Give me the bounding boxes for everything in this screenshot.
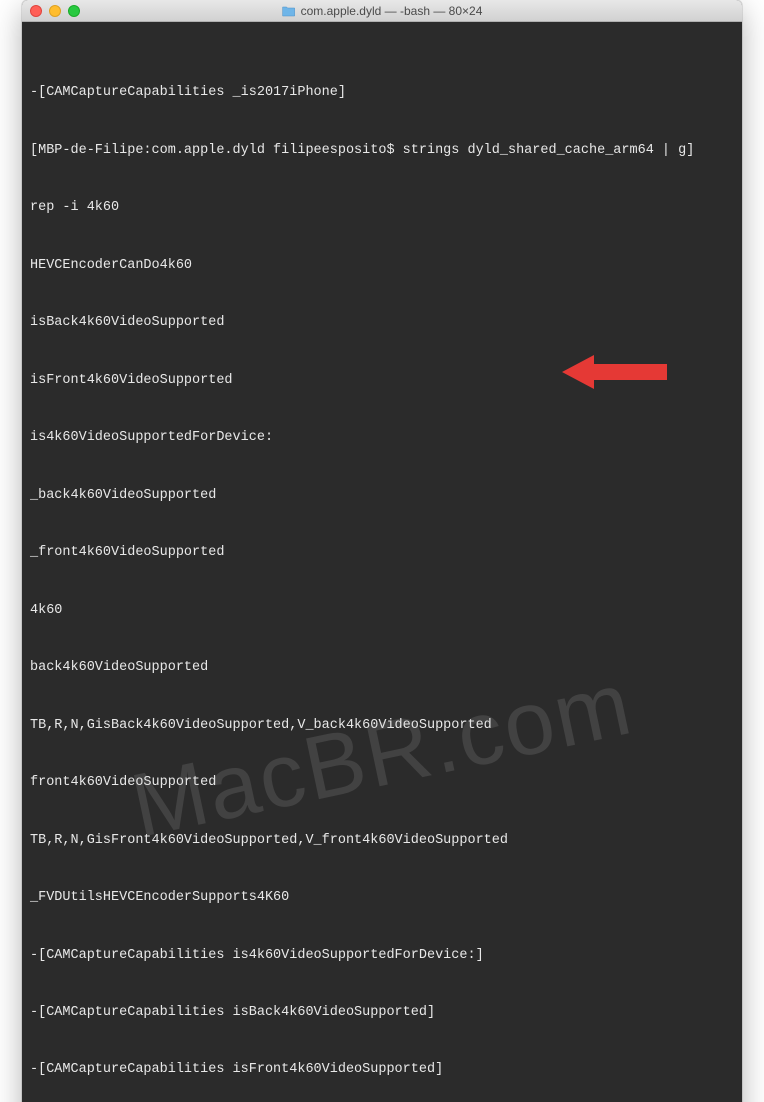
- close-button[interactable]: [30, 5, 42, 17]
- terminal-line: TB,R,N,GisFront4k60VideoSupported,V_fron…: [30, 831, 734, 850]
- terminal-line: rep -i 4k60: [30, 198, 734, 217]
- terminal-line: -[CAMCaptureCapabilities _is2017iPhone]: [30, 83, 734, 102]
- terminal-line: back4k60VideoSupported: [30, 658, 734, 677]
- terminal-line: 4k60: [30, 601, 734, 620]
- traffic-lights: [30, 5, 80, 17]
- terminal-line: isFront4k60VideoSupported: [30, 371, 734, 390]
- terminal-line: _front4k60VideoSupported: [30, 543, 734, 562]
- terminal-line: isBack4k60VideoSupported: [30, 313, 734, 332]
- terminal-line: -[CAMCaptureCapabilities isBack4k60Video…: [30, 1003, 734, 1022]
- window-title: com.apple.dyld — -bash — 80×24: [301, 4, 483, 18]
- window-title-container: com.apple.dyld — -bash — 80×24: [282, 4, 483, 18]
- terminal-line: HEVCEncoderCanDo4k60: [30, 256, 734, 275]
- maximize-button[interactable]: [68, 5, 80, 17]
- terminal-line: [MBP-de-Filipe:com.apple.dyld filipeespo…: [30, 141, 734, 160]
- title-bar: com.apple.dyld — -bash — 80×24: [22, 0, 742, 22]
- terminal-window: com.apple.dyld — -bash — 80×24 MacBR.com…: [22, 0, 742, 1102]
- terminal-line: is4k60VideoSupportedForDevice:: [30, 428, 734, 447]
- terminal-line: front4k60VideoSupported: [30, 773, 734, 792]
- terminal-line: -[CAMCaptureCapabilities is4k60VideoSupp…: [30, 946, 734, 965]
- terminal-line: -[CAMCaptureCapabilities isFront4k60Vide…: [30, 1060, 734, 1079]
- folder-icon: [282, 5, 296, 17]
- terminal-line: _FVDUtilsHEVCEncoderSupports4K60: [30, 888, 734, 907]
- terminal-body[interactable]: MacBR.com -[CAMCaptureCapabilities _is20…: [22, 22, 742, 1102]
- terminal-line: TB,R,N,GisBack4k60VideoSupported,V_back4…: [30, 716, 734, 735]
- terminal-line: _back4k60VideoSupported: [30, 486, 734, 505]
- minimize-button[interactable]: [49, 5, 61, 17]
